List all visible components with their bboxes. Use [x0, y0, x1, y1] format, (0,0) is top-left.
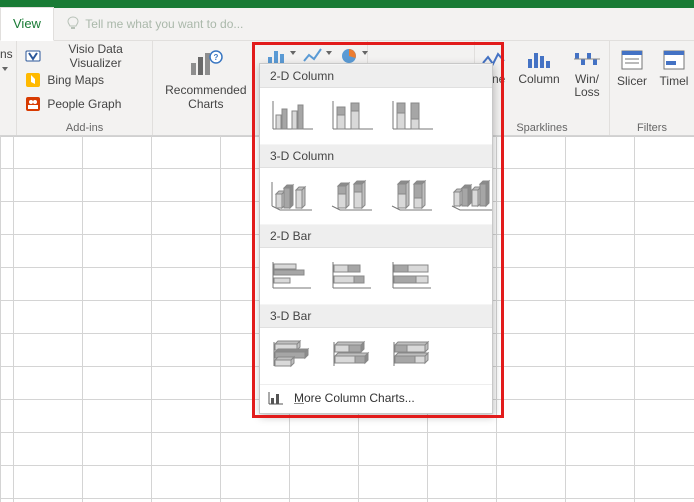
timeline-label: Timel: [660, 75, 689, 88]
cutoff-group: ns: [0, 41, 17, 136]
people-graph-icon: [25, 96, 41, 112]
3d-stacked-bar-icon: [330, 340, 374, 370]
stacked-column-icon: [331, 99, 373, 131]
clustered-bar[interactable]: [270, 258, 314, 292]
gallery-section-2d-bar: 2-D Bar: [260, 224, 492, 248]
sparkline-winloss-l1: Win/: [575, 72, 599, 86]
clustered-column-icon: [271, 99, 313, 131]
tell-me-search[interactable]: Tell me what you want to do...: [67, 8, 243, 40]
stacked-column[interactable]: [330, 98, 374, 132]
100-stacked-bar[interactable]: [390, 258, 434, 292]
group-addins-label: Add-ins: [23, 120, 146, 134]
visio-icon: [25, 48, 41, 64]
3d-stacked-column-icon: [330, 178, 374, 212]
gallery-section-3d-column: 3-D Column: [260, 144, 492, 168]
bing-icon: [25, 72, 41, 88]
cutoff-label[interactable]: ns: [0, 47, 16, 75]
sparkline-column[interactable]: Column: [513, 45, 565, 99]
timeline-icon: [662, 49, 686, 71]
sparkline-winloss-icon: [574, 49, 600, 69]
3d-100-stacked-bar-icon: [390, 340, 434, 370]
tell-me-placeholder: Tell me what you want to do...: [85, 17, 243, 31]
more-column-charts-label: More Column Charts...: [294, 391, 415, 405]
column-chart-small-icon: [268, 391, 284, 405]
sparkline-column-icon: [527, 49, 551, 69]
group-filters: Slicer Timel Filters: [610, 41, 694, 136]
addin-pg-label: People Graph: [47, 97, 121, 111]
clustered-bar-icon: [271, 260, 313, 290]
sparkline-column-label: Column: [518, 73, 559, 86]
lightbulb-icon: [67, 16, 79, 32]
addin-peoplegraph[interactable]: People Graph: [25, 93, 121, 115]
3d-100-stacked-column-icon: [390, 178, 434, 212]
addin-visio-label: Visio Data Visualizer: [47, 42, 144, 70]
3d-clustered-column-icon: [270, 178, 314, 212]
slicer-button[interactable]: Slicer: [610, 45, 654, 88]
3d-100-stacked-bar[interactable]: [390, 338, 434, 372]
group-addins: Visio Data Visualizer Bing Maps People G…: [17, 41, 153, 136]
group-filters-label: Filters: [610, 120, 694, 134]
100-stacked-column[interactable]: [390, 98, 434, 132]
addin-bing-label: Bing Maps: [47, 73, 104, 87]
3d-clustered-column[interactable]: [270, 178, 314, 212]
group-sparklines-label: Sparklines: [475, 120, 609, 134]
column-chart-gallery: 2-D Column: [259, 63, 493, 414]
group-sparklines: Line Column: [475, 41, 610, 136]
3d-clustered-bar[interactable]: [270, 338, 314, 372]
stacked-bar[interactable]: [330, 258, 374, 292]
3d-stacked-column[interactable]: [330, 178, 374, 212]
sparkline-winloss-l2: Loss: [574, 85, 599, 99]
slicer-icon: [620, 49, 644, 71]
tab-view[interactable]: View: [0, 7, 54, 41]
timeline-button[interactable]: Timel: [654, 45, 694, 88]
ribbon-tabbar: View Tell me what you want to do...: [0, 8, 694, 41]
more-column-charts[interactable]: More Column Charts...: [260, 384, 492, 413]
3d-clustered-bar-icon: [270, 340, 314, 370]
stacked-bar-icon: [331, 260, 373, 290]
3d-100-stacked-column[interactable]: [390, 178, 434, 212]
addin-visio[interactable]: Visio Data Visualizer: [25, 45, 144, 67]
chevron-down-icon: [362, 51, 368, 55]
recommended-charts-l1: Recommended: [165, 83, 246, 97]
recommended-charts-icon: ?: [189, 49, 223, 79]
recommended-charts-l2: Charts: [188, 97, 223, 111]
100-stacked-bar-icon: [391, 260, 433, 290]
slicer-label: Slicer: [617, 75, 647, 88]
sparkline-winloss[interactable]: Win/ Loss: [565, 45, 609, 99]
gallery-section-3d-bar: 3-D Bar: [260, 304, 492, 328]
chevron-down-icon: [2, 67, 8, 71]
chevron-down-icon: [326, 51, 332, 55]
100-stacked-column-icon: [391, 99, 433, 131]
gallery-section-2d-column: 2-D Column: [260, 64, 492, 88]
chevron-down-icon: [290, 51, 296, 55]
3d-column[interactable]: [450, 178, 494, 212]
3d-column-icon: [450, 178, 494, 212]
3d-stacked-bar[interactable]: [330, 338, 374, 372]
group-recommended-charts: ? Recommended Charts: [153, 41, 259, 136]
svg-text:?: ?: [213, 53, 218, 62]
addin-bingmaps[interactable]: Bing Maps: [25, 69, 104, 91]
titlebar: [0, 0, 694, 8]
clustered-column[interactable]: [270, 98, 314, 132]
recommended-charts-button[interactable]: ? Recommended Charts: [159, 45, 253, 111]
